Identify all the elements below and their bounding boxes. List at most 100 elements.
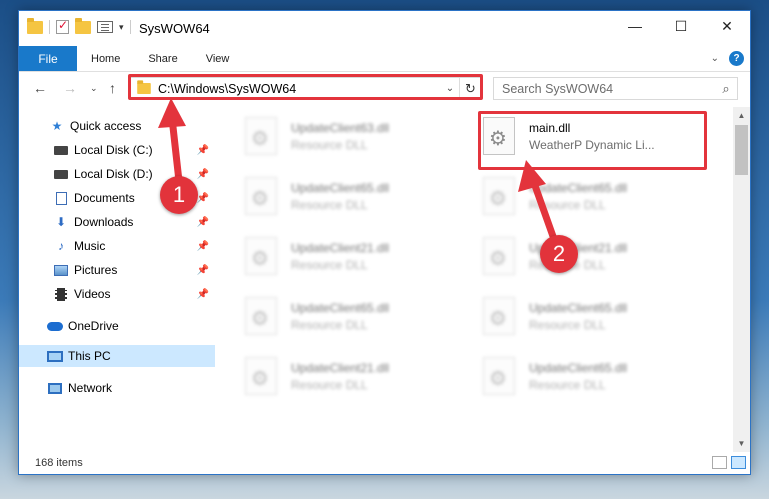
quick-access-toolbar: ▾ (27, 17, 131, 34)
navigation-bar: ← → ⌄ ↑ C:\Windows\SysWOW64 ⌄ ↻ ⌕ (19, 72, 750, 106)
list-item[interactable]: UpdateClient21.dll Resource DLL (477, 233, 707, 283)
sidebar-item-network[interactable]: Network (19, 377, 215, 399)
qat-dropdown-icon[interactable]: ▾ (119, 22, 124, 33)
list-item[interactable]: UpdateClient65.dll Resource DLL (477, 293, 707, 343)
minimize-button[interactable]: — (612, 11, 658, 41)
forward-arrow-icon[interactable]: → (63, 80, 77, 96)
dll-file-icon (245, 177, 277, 215)
sidebar-item-label: Music (74, 239, 106, 253)
sidebar-item-pictures[interactable]: Pictures 📌 (19, 259, 215, 281)
pin-icon[interactable]: 📌 (197, 169, 209, 180)
step-1-marker: 1 (160, 176, 198, 214)
scroll-down-icon[interactable]: ▼ (733, 435, 750, 452)
star-icon: ★ (51, 119, 63, 133)
pin-icon[interactable]: 📌 (197, 193, 209, 204)
list-item[interactable]: UpdateClient65.dll Resource DLL (477, 353, 707, 403)
window-title: SysWOW64 (139, 21, 210, 36)
properties-check-icon[interactable] (56, 18, 69, 34)
address-dropdown-icon[interactable]: ⌄ (441, 83, 459, 94)
search-input[interactable] (502, 81, 715, 96)
ribbon-tabs: File Home Share View ⌄ ? (19, 46, 750, 72)
help-icon[interactable]: ? (729, 51, 744, 66)
list-item[interactable]: UpdateClient21.dll Resource DLL (239, 353, 469, 403)
tab-home[interactable]: Home (77, 46, 134, 71)
sidebar-item-this-pc[interactable]: This PC (19, 345, 215, 367)
maximize-button[interactable]: ☐ (658, 11, 704, 41)
sidebar-item-local-disk-c[interactable]: Local Disk (C:) 📌 (19, 139, 215, 161)
sidebar-item-downloads[interactable]: ⬇ Downloads 📌 (19, 211, 215, 233)
documents-icon (55, 191, 67, 205)
sidebar-item-label: This PC (68, 349, 111, 363)
pin-icon[interactable]: 📌 (197, 217, 209, 228)
tiles-view-icon[interactable] (731, 456, 746, 469)
window-controls: — ☐ ✕ (612, 11, 750, 41)
explorer-window: ▾ SysWOW64 — ☐ ✕ File Home Share View ⌄ … (18, 10, 751, 475)
list-item[interactable]: UpdateClient65.dll Resource DLL (239, 293, 469, 343)
list-item[interactable]: UpdateClient65.dll Resource DLL (477, 173, 707, 223)
scroll-thumb[interactable] (735, 125, 748, 175)
download-arrow-icon: ⬇ (55, 215, 67, 229)
sidebar-item-label: Local Disk (C:) (74, 143, 153, 157)
pin-icon[interactable]: 📌 (197, 145, 209, 156)
dll-file-icon (483, 117, 515, 155)
sidebar-item-label: Network (68, 381, 113, 395)
file-list: UpdateClient63.dll Resource DLL UpdateCl… (229, 107, 732, 452)
sidebar-item-label: OneDrive (68, 319, 119, 333)
sidebar-item-label: Documents (74, 191, 135, 205)
list-item[interactable]: UpdateClient63.dll Resource DLL (239, 113, 469, 163)
main-body: ★ Quick access Local Disk (C:) 📌 Local D… (19, 107, 750, 452)
pin-icon[interactable]: 📌 (197, 289, 209, 300)
tab-file[interactable]: File (19, 46, 77, 71)
title-bar: ▾ SysWOW64 — ☐ ✕ (19, 11, 750, 46)
dll-file-icon (245, 357, 277, 395)
cloud-icon (47, 321, 63, 331)
back-arrow-icon[interactable]: ← (33, 80, 47, 96)
close-button[interactable]: ✕ (704, 11, 750, 41)
refresh-icon[interactable]: ↻ (459, 78, 481, 99)
network-icon (48, 382, 62, 394)
list-item[interactable]: UpdateClient21.dll Resource DLL (239, 233, 469, 283)
sidebar-item-onedrive[interactable]: OneDrive (19, 315, 215, 337)
hard-disk-icon (54, 145, 68, 155)
address-bar[interactable]: C:\Windows\SysWOW64 ⌄ ↻ (129, 77, 482, 100)
up-arrow-icon[interactable]: ↑ (109, 80, 116, 96)
music-note-icon: ♪ (58, 239, 64, 253)
recent-locations-icon[interactable]: ⌄ (90, 83, 98, 94)
new-folder-icon[interactable] (75, 17, 91, 34)
pin-icon[interactable]: 📌 (197, 241, 209, 252)
sidebar-item-quick-access[interactable]: ★ Quick access (19, 115, 215, 137)
sidebar-item-music[interactable]: ♪ Music 📌 (19, 235, 215, 257)
folder-icon (137, 80, 151, 95)
dll-file-icon (245, 237, 277, 275)
search-icon: ⌕ (722, 80, 730, 96)
computer-icon (47, 350, 63, 362)
sidebar-item-label: Videos (74, 287, 111, 301)
main-dll-item[interactable]: main.dll WeatherP Dynamic Li... (477, 113, 707, 163)
sidebar-item-videos[interactable]: Videos 📌 (19, 283, 215, 305)
view-options-icon[interactable] (97, 21, 113, 33)
sidebar-item-label: Local Disk (D:) (74, 167, 153, 181)
sidebar-item-label: Downloads (74, 215, 134, 229)
dll-file-icon (483, 177, 515, 215)
dll-file-icon (483, 237, 515, 275)
dll-file-icon (245, 117, 277, 155)
vertical-scrollbar[interactable]: ▲ ▼ (733, 107, 750, 452)
item-count: 168 items (35, 457, 83, 469)
search-box[interactable]: ⌕ (493, 77, 738, 100)
status-bar: 168 items (19, 452, 750, 474)
navigation-pane: ★ Quick access Local Disk (C:) 📌 Local D… (19, 107, 215, 452)
tab-view[interactable]: View (192, 46, 244, 71)
scroll-up-icon[interactable]: ▲ (733, 107, 750, 124)
tab-share[interactable]: Share (134, 46, 191, 71)
sidebar-item-label: Pictures (74, 263, 118, 277)
expand-ribbon-icon[interactable]: ⌄ (711, 53, 719, 64)
list-item[interactable]: UpdateClient65.dll Resource DLL (239, 173, 469, 223)
sidebar-item-label: Quick access (70, 119, 142, 133)
details-view-icon[interactable] (712, 456, 727, 469)
step-2-marker: 2 (540, 235, 578, 273)
address-path[interactable]: C:\Windows\SysWOW64 (158, 82, 441, 96)
hard-disk-icon (54, 169, 68, 179)
pin-icon[interactable]: 📌 (197, 265, 209, 276)
video-film-icon (55, 287, 67, 301)
folder-icon (27, 17, 43, 34)
